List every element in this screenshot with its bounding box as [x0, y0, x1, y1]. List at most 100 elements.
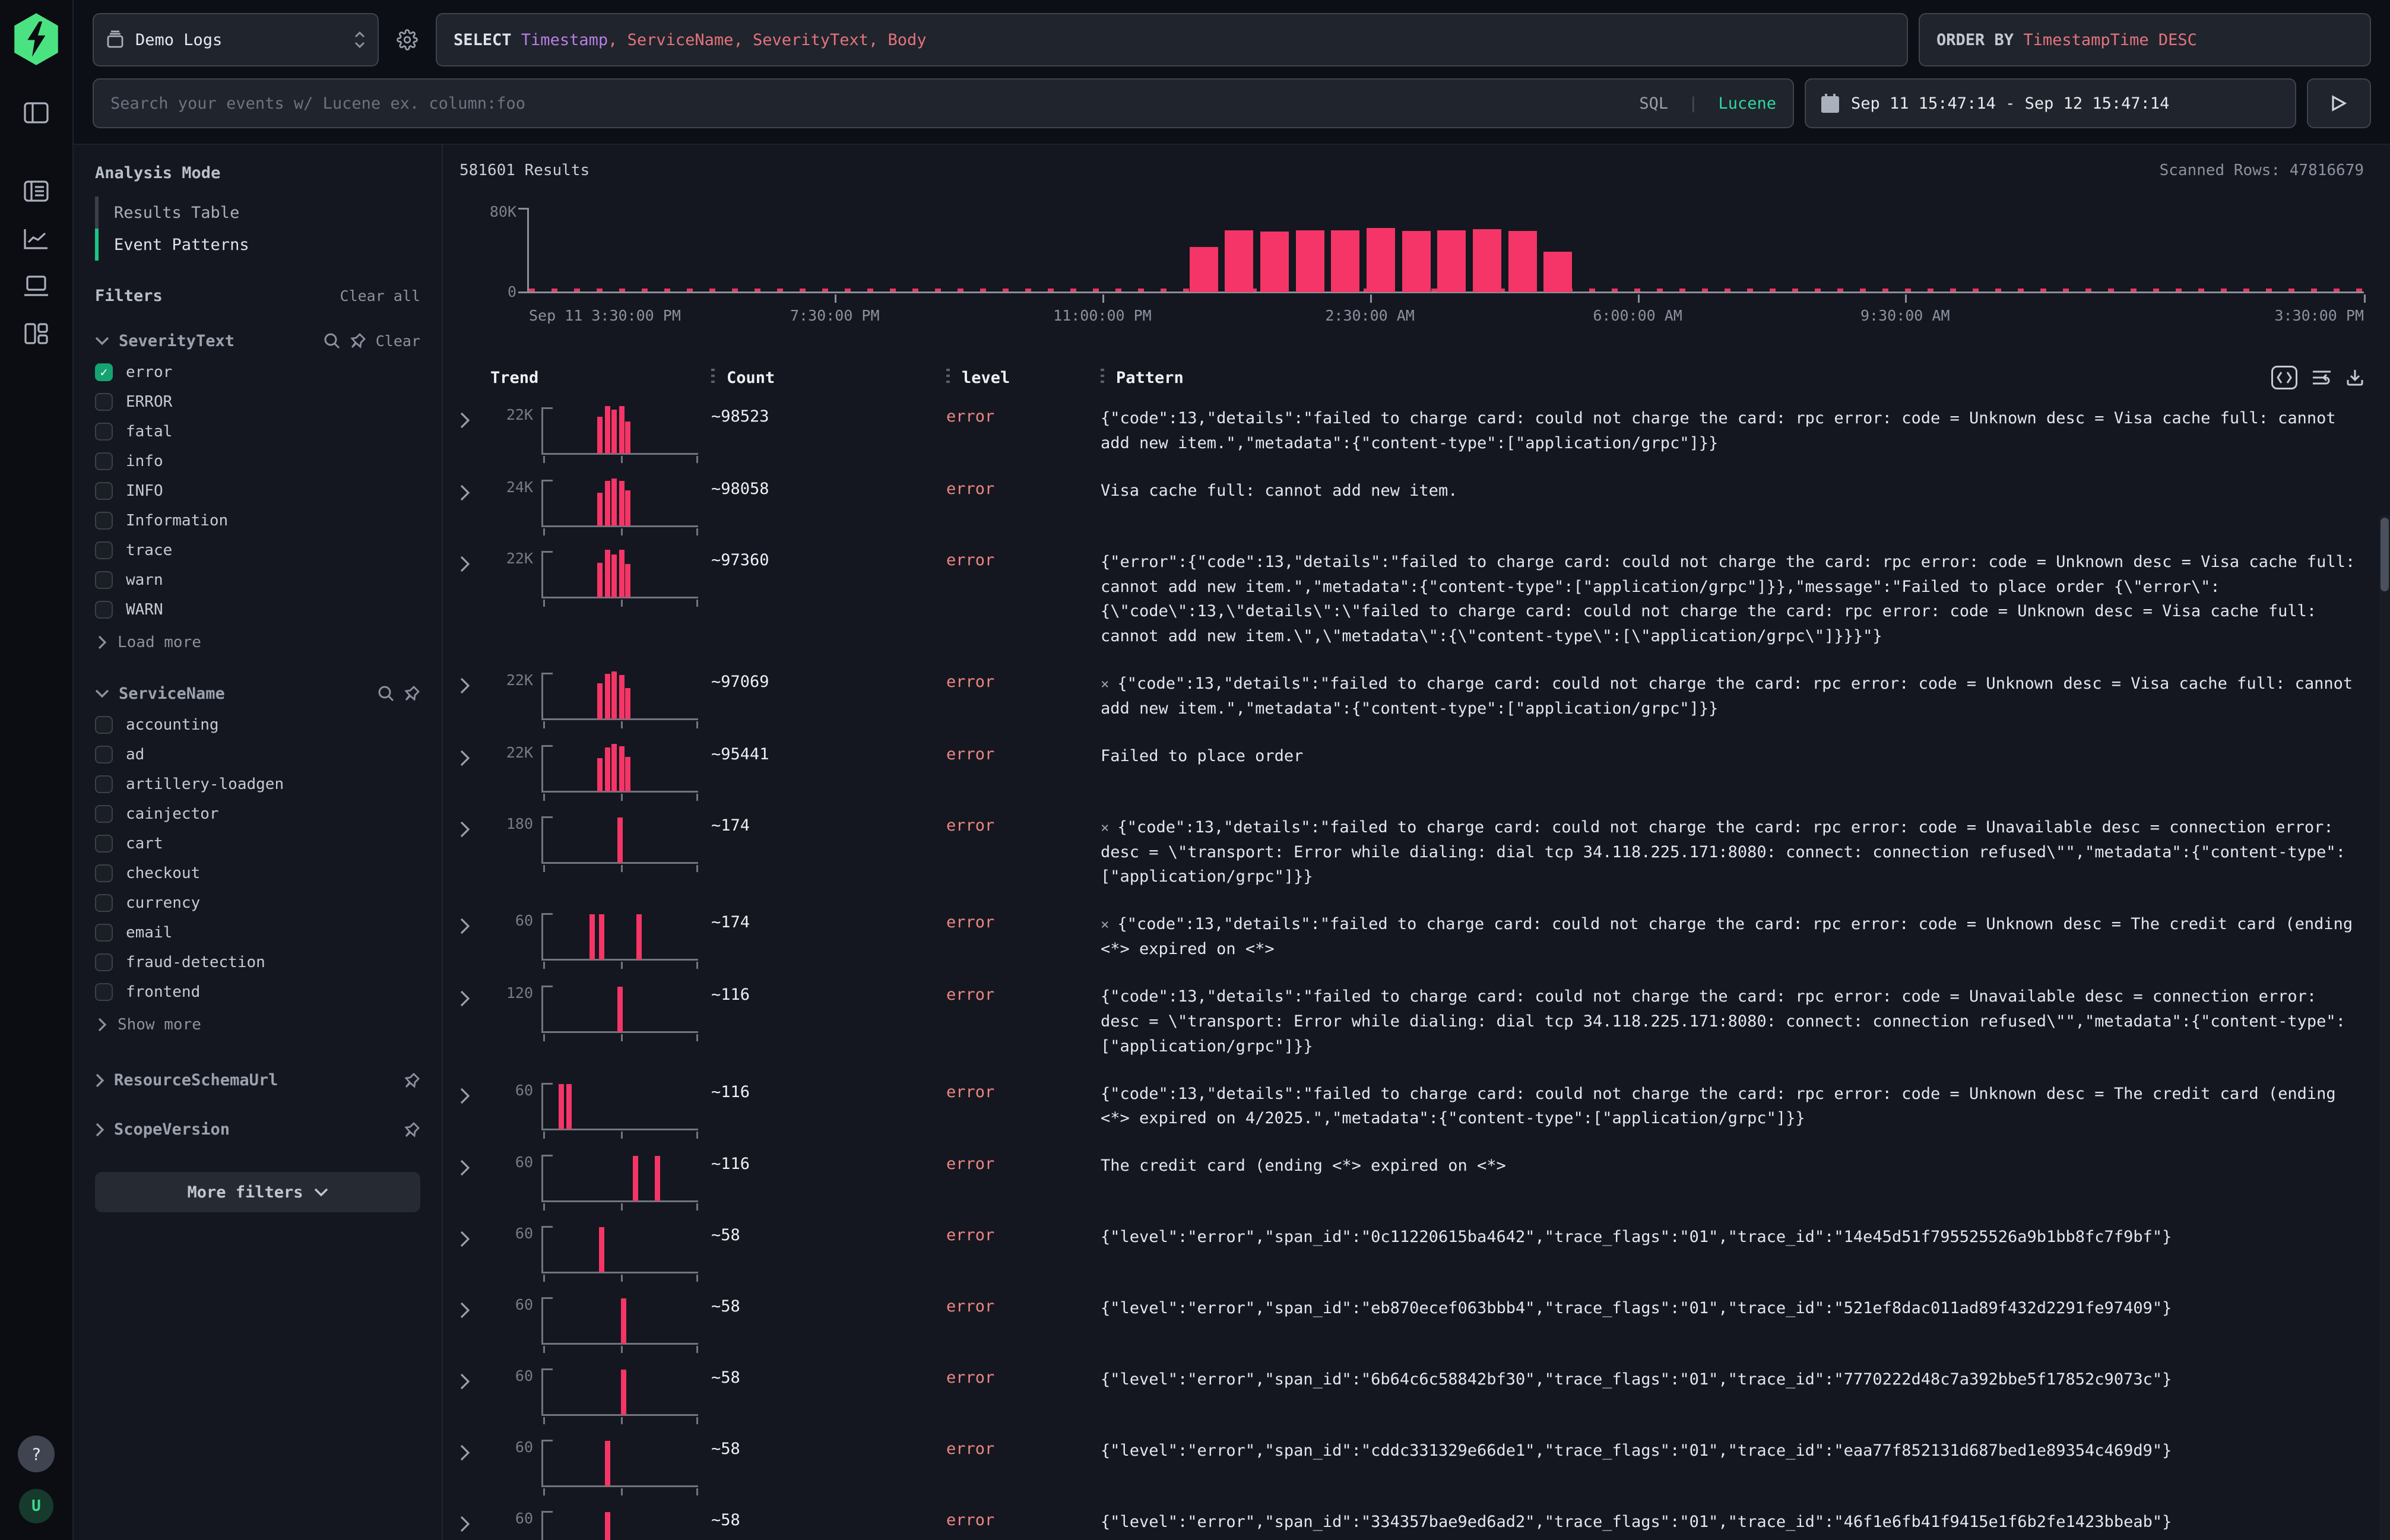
- pattern-text[interactable]: {"level":"error","span_id":"cddc331329e6…: [1101, 1437, 2364, 1487]
- pattern-row[interactable]: 24K~98058errorVisa cache full: cannot ad…: [459, 468, 2364, 539]
- filter-checkbox-item[interactable]: fatal: [95, 417, 420, 446]
- filter-checkbox-item[interactable]: ad: [95, 740, 420, 769]
- pattern-row[interactable]: 22K~98523error{"code":13,"details":"fail…: [459, 395, 2364, 468]
- filter-checkbox-item[interactable]: WARN: [95, 595, 420, 625]
- pattern-row[interactable]: 60~116error{"code":13,"details":"failed …: [459, 1071, 2364, 1143]
- source-select[interactable]: Demo Logs: [93, 13, 379, 66]
- clear-all-filters-button[interactable]: Clear all: [340, 287, 420, 305]
- pin-icon[interactable]: [404, 1072, 420, 1089]
- pattern-text[interactable]: ×{"code":13,"details":"failed to charge …: [1101, 814, 2364, 890]
- sessions-icon[interactable]: [21, 271, 52, 302]
- search-input[interactable]: [110, 94, 1627, 113]
- pattern-text[interactable]: Failed to place order: [1101, 743, 2364, 793]
- sql-select-editor[interactable]: SELECT Timestamp, ServiceName, SeverityT…: [436, 13, 1908, 66]
- expand-chevron-icon[interactable]: [459, 743, 490, 793]
- filter-checkbox-item[interactable]: email: [95, 918, 420, 948]
- checkbox[interactable]: [95, 924, 113, 942]
- filter-checkbox-item[interactable]: accounting: [95, 710, 420, 740]
- checkbox[interactable]: [95, 393, 113, 411]
- expand-chevron-icon[interactable]: [459, 1366, 490, 1416]
- dashboards-icon[interactable]: [21, 318, 52, 349]
- checkbox[interactable]: [95, 835, 113, 853]
- filter-checkbox-item[interactable]: ERROR: [95, 387, 420, 417]
- user-avatar[interactable]: U: [19, 1489, 53, 1523]
- checkbox[interactable]: [95, 601, 113, 619]
- checkbox[interactable]: [95, 541, 113, 559]
- checkbox[interactable]: [95, 482, 113, 500]
- wrap-text-icon[interactable]: [2312, 369, 2332, 386]
- dismiss-pattern-icon[interactable]: ×: [1101, 916, 1109, 933]
- dismiss-pattern-icon[interactable]: ×: [1101, 676, 1109, 692]
- analysis-mode-option[interactable]: Event Patterns: [95, 229, 420, 261]
- events-histogram[interactable]: 80K 0 Sep 11 3:30:00 PM7:30:00 PM11:00:0…: [459, 198, 2378, 331]
- filter-group-resourceschemaurl[interactable]: ResourceSchemaUrl: [95, 1071, 420, 1089]
- pattern-row[interactable]: 22K~97360error{"error":{"code":13,"detai…: [459, 539, 2364, 661]
- pattern-text[interactable]: {"level":"error","span_id":"eb870ecef063…: [1101, 1295, 2364, 1345]
- checkbox[interactable]: [95, 571, 113, 589]
- order-by-editor[interactable]: ORDER BY TimestampTime DESC: [1919, 13, 2371, 66]
- code-view-icon[interactable]: [2271, 366, 2297, 389]
- chevron-down-icon[interactable]: [95, 336, 109, 346]
- clear-group-button[interactable]: Clear: [376, 332, 420, 350]
- checkbox[interactable]: [95, 894, 113, 912]
- table-scrollbar[interactable]: [2379, 515, 2390, 1540]
- expand-chevron-icon[interactable]: [459, 549, 490, 649]
- checkbox[interactable]: [95, 746, 113, 763]
- pin-icon[interactable]: [404, 1121, 420, 1138]
- pattern-text[interactable]: ×{"code":13,"details":"failed to charge …: [1101, 911, 2364, 962]
- pattern-row[interactable]: 60~116errorThe credit card (ending <*> e…: [459, 1143, 2364, 1214]
- download-icon[interactable]: [2346, 369, 2364, 386]
- time-range-picker[interactable]: Sep 11 15:47:14 - Sep 12 15:47:14: [1805, 78, 2296, 128]
- expand-chevron-icon[interactable]: [459, 405, 490, 456]
- checkbox[interactable]: [95, 864, 113, 882]
- checkbox[interactable]: ✓: [95, 363, 113, 381]
- checkbox[interactable]: [95, 512, 113, 530]
- expand-chevron-icon[interactable]: [459, 1152, 490, 1202]
- filter-checkbox-item[interactable]: cainjector: [95, 799, 420, 829]
- load-more-button[interactable]: Load more: [97, 627, 420, 658]
- pin-icon[interactable]: [350, 332, 366, 349]
- expand-chevron-icon[interactable]: [459, 983, 490, 1059]
- more-filters-button[interactable]: More filters: [95, 1172, 420, 1212]
- search-logs-icon[interactable]: [21, 176, 52, 207]
- pattern-row[interactable]: 60~58error{"level":"error","span_id":"6b…: [459, 1357, 2364, 1428]
- histogram-plot[interactable]: Sep 11 3:30:00 PM7:30:00 PM11:00:00 PM2:…: [527, 208, 2364, 293]
- help-button[interactable]: ?: [18, 1436, 55, 1472]
- filter-group-name[interactable]: ServiceName: [119, 685, 225, 703]
- pattern-text[interactable]: {"level":"error","span_id":"334357bae9ed…: [1101, 1509, 2364, 1540]
- expand-chevron-icon[interactable]: [459, 814, 490, 890]
- pattern-text[interactable]: {"code":13,"details":"failed to charge c…: [1101, 405, 2364, 456]
- pattern-row[interactable]: 22K~97069error×{"code":13,"details":"fai…: [459, 661, 2364, 733]
- pattern-row[interactable]: 60~58error{"level":"error","span_id":"0c…: [459, 1214, 2364, 1285]
- pattern-row[interactable]: 22K~95441errorFailed to place order: [459, 733, 2364, 804]
- checkbox[interactable]: [95, 805, 113, 823]
- pattern-text[interactable]: {"level":"error","span_id":"6b64c6c58842…: [1101, 1366, 2364, 1416]
- checkbox[interactable]: [95, 716, 113, 734]
- pin-icon[interactable]: [404, 685, 420, 702]
- pattern-text[interactable]: The credit card (ending <*> expired on <…: [1101, 1152, 2364, 1202]
- search-icon[interactable]: [324, 332, 340, 349]
- expand-chevron-icon[interactable]: [459, 1437, 490, 1487]
- filter-checkbox-item[interactable]: ✓error: [95, 357, 420, 387]
- pattern-row[interactable]: 60~58error{"level":"error","span_id":"cd…: [459, 1428, 2364, 1499]
- chart-explorer-icon[interactable]: [21, 223, 52, 254]
- run-query-button[interactable]: [2307, 78, 2371, 128]
- checkbox[interactable]: [95, 452, 113, 470]
- expand-chevron-icon[interactable]: [459, 911, 490, 962]
- checkbox[interactable]: [95, 983, 113, 1001]
- expand-chevron-icon[interactable]: [459, 1509, 490, 1540]
- pattern-text[interactable]: Visa cache full: cannot add new item.: [1101, 477, 2364, 527]
- show-more-button[interactable]: Show more: [97, 1009, 420, 1040]
- hyperdx-logo-icon[interactable]: [11, 12, 61, 66]
- expand-chevron-icon[interactable]: [459, 477, 490, 527]
- language-toggle-lucene[interactable]: Lucene: [1718, 94, 1776, 113]
- column-resize-handle[interactable]: [711, 369, 715, 386]
- expand-chevron-icon[interactable]: [459, 670, 490, 721]
- pattern-row[interactable]: 180~174error×{"code":13,"details":"faile…: [459, 804, 2364, 902]
- filter-checkbox-item[interactable]: fraud-detection: [95, 948, 420, 977]
- language-toggle-sql[interactable]: SQL: [1639, 94, 1668, 113]
- search-icon[interactable]: [378, 685, 394, 702]
- analysis-mode-option[interactable]: Results Table: [95, 197, 420, 229]
- filter-checkbox-item[interactable]: warn: [95, 565, 420, 595]
- filter-checkbox-item[interactable]: Information: [95, 506, 420, 535]
